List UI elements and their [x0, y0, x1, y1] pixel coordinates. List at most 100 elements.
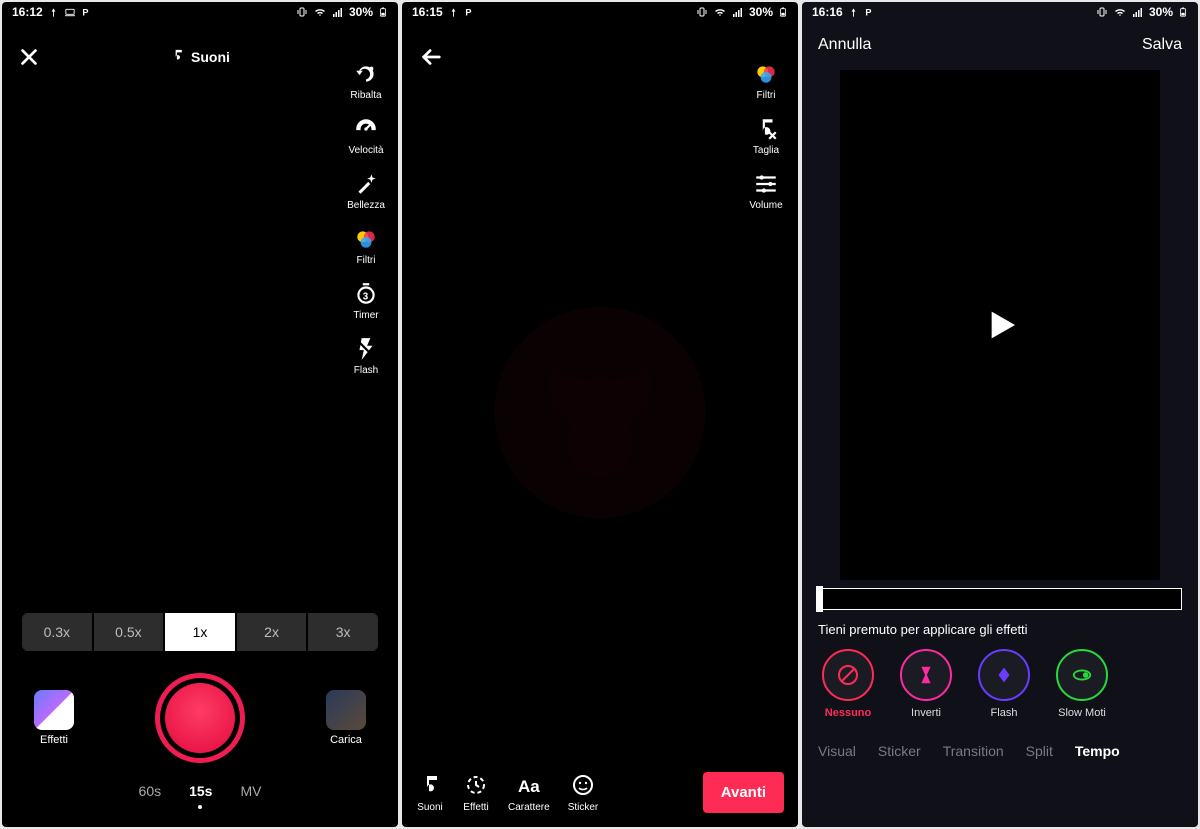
vibrate-icon	[1096, 6, 1108, 18]
flip-label: Ribalta	[350, 90, 381, 101]
preview-tools: Filtri Taglia Volume	[740, 60, 792, 211]
hold-hint: Tieni premuto per applicare gli effetti	[802, 610, 1198, 647]
sticker-button[interactable]: Sticker	[568, 771, 599, 813]
effects-label: Effetti	[463, 802, 488, 813]
beauty-tool[interactable]: Bellezza	[340, 170, 392, 211]
sticker-face-icon	[569, 771, 597, 799]
trim-tool[interactable]: Taglia	[740, 115, 792, 156]
magic-wand-icon	[352, 170, 380, 198]
vibrate-icon	[696, 6, 708, 18]
sounds-button[interactable]: Suoni	[416, 771, 444, 813]
speed-option-3x[interactable]: 3x	[308, 613, 378, 651]
flash-off-icon	[352, 335, 380, 363]
status-time: 16:16	[812, 5, 843, 19]
beauty-label: Bellezza	[347, 200, 385, 211]
play-icon	[980, 305, 1020, 345]
speed-label: Velocità	[348, 145, 383, 156]
effect-none-label: Nessuno	[825, 707, 871, 719]
speed-option-1x[interactable]: 1x	[165, 613, 235, 651]
filters-tool[interactable]: Filtri	[740, 60, 792, 101]
effects-button[interactable]: Effetti	[462, 771, 490, 813]
upload-button[interactable]: Carica	[326, 690, 366, 746]
upload-thumbnail	[326, 690, 366, 730]
status-time: 16:12	[12, 5, 43, 19]
tab-split[interactable]: Split	[1026, 743, 1053, 759]
status-bar: 16:16 P 30%	[802, 2, 1198, 22]
tab-visual[interactable]: Visual	[818, 743, 856, 759]
camera-tools: Ribalta Velocità Bellezza Filtri 3 Timer…	[340, 60, 392, 376]
record-button[interactable]	[155, 673, 245, 763]
signal-icon	[332, 6, 344, 18]
signal-icon	[1132, 6, 1144, 18]
effects-button[interactable]: Effetti	[34, 690, 74, 746]
text-icon: Aa	[515, 771, 543, 799]
sounds-button[interactable]: Suoni	[170, 48, 230, 66]
next-button[interactable]: Avanti	[703, 772, 784, 813]
effects-editor-screen: 16:16 P 30% Annulla Salva Tieni premuto …	[802, 2, 1198, 827]
battery-icon	[378, 5, 388, 19]
flip-tool[interactable]: Ribalta	[340, 60, 392, 101]
flash-label: Flash	[354, 365, 378, 376]
speedometer-icon	[352, 115, 380, 143]
timeline-handle[interactable]	[816, 586, 823, 612]
hourglass-icon	[900, 649, 952, 701]
mode-60s[interactable]: 60s	[139, 783, 162, 799]
time-effects-row: Nessuno Inverti Flash Slow Moti	[802, 647, 1198, 725]
sounds-label: Suoni	[191, 49, 230, 65]
mode-mv[interactable]: MV	[240, 783, 261, 799]
parking-icon: P	[81, 7, 92, 18]
wifi-icon	[1113, 6, 1127, 18]
speed-option-03x[interactable]: 0.3x	[22, 613, 92, 651]
video-preview[interactable]	[840, 70, 1160, 580]
camera-screen: 16:12 P 30% Suoni Ribalta	[2, 2, 398, 827]
effect-flash-label: Flash	[991, 707, 1018, 719]
flash-tool[interactable]: Flash	[340, 335, 392, 376]
effect-slowmo[interactable]: Slow Moti	[1052, 649, 1112, 719]
tab-sticker[interactable]: Sticker	[878, 743, 921, 759]
speed-option-2x[interactable]: 2x	[237, 613, 307, 651]
effect-invert-label: Inverti	[911, 707, 941, 719]
mode-selector: 60s 15s MV	[22, 783, 378, 799]
save-button[interactable]: Salva	[1142, 36, 1182, 54]
battery-percentage: 30%	[749, 5, 773, 19]
tab-transition[interactable]: Transition	[943, 743, 1004, 759]
speed-tool[interactable]: Velocità	[340, 115, 392, 156]
sounds-label: Suoni	[417, 802, 443, 813]
timer-icon: 3	[352, 280, 380, 308]
tab-tempo[interactable]: Tempo	[1075, 743, 1120, 759]
svg-text:P: P	[82, 7, 88, 17]
record-inner-icon	[165, 683, 235, 753]
effects-thumbnail	[34, 690, 74, 730]
filters-label: Filtri	[757, 90, 776, 101]
sticker-label: Sticker	[568, 802, 599, 813]
flip-camera-icon	[352, 60, 380, 88]
cancel-button[interactable]: Annulla	[818, 36, 871, 54]
diamond-icon	[978, 649, 1030, 701]
effect-invert[interactable]: Inverti	[896, 649, 956, 719]
mode-indicator-dot	[198, 805, 202, 809]
close-button[interactable]	[18, 46, 40, 68]
vibrate-icon	[296, 6, 308, 18]
timeline-track[interactable]	[818, 588, 1182, 610]
text-label: Carattere	[508, 802, 550, 813]
wifi-icon	[313, 6, 327, 18]
none-icon	[822, 649, 874, 701]
hotspot-icon	[448, 7, 459, 18]
laptop-icon	[64, 7, 76, 18]
effect-none[interactable]: Nessuno	[818, 649, 878, 719]
back-button[interactable]	[418, 46, 444, 68]
filters-tool[interactable]: Filtri	[340, 225, 392, 266]
slowmo-icon	[1056, 649, 1108, 701]
timer-label: Timer	[353, 310, 378, 321]
status-bar: 16:12 P 30%	[2, 2, 398, 22]
mode-15s[interactable]: 15s	[189, 783, 212, 799]
volume-label: Volume	[749, 200, 782, 211]
timer-tool[interactable]: 3 Timer	[340, 280, 392, 321]
camera-bottom-controls: 0.3x 0.5x 1x 2x 3x Effetti Carica 60s 15…	[2, 613, 398, 827]
text-button[interactable]: Aa Carattere	[508, 771, 550, 813]
speed-option-05x[interactable]: 0.5x	[94, 613, 164, 651]
volume-tool[interactable]: Volume	[740, 170, 792, 211]
watermark-icon	[485, 297, 715, 532]
effect-flash[interactable]: Flash	[974, 649, 1034, 719]
battery-percentage: 30%	[1149, 5, 1173, 19]
